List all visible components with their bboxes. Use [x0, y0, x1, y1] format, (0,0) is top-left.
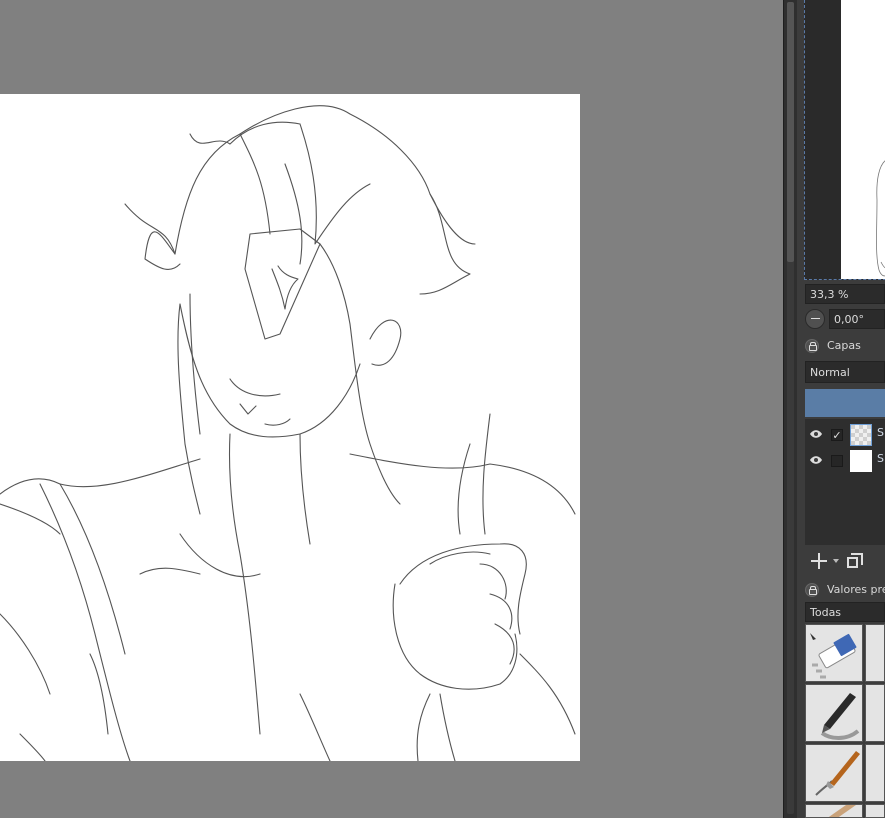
- layer-toolbar: [805, 548, 885, 574]
- presets-title-text: Valores pre: [827, 583, 885, 596]
- rotation-angle-field[interactable]: 0,00°: [829, 309, 885, 329]
- layer-thumbnail: [850, 424, 872, 446]
- brush-preset-partial[interactable]: [865, 744, 885, 802]
- eye-icon[interactable]: [809, 429, 823, 439]
- right-dock-panel: 33,3 % 0,00° Capas Normal ✓ S S Valores …: [797, 0, 885, 818]
- eye-icon[interactable]: [809, 455, 823, 465]
- overview-navigator[interactable]: [804, 0, 885, 280]
- lock-icon[interactable]: [805, 583, 819, 597]
- sketch-drawing: [0, 105, 576, 761]
- pencil-brush-icon[interactable]: [805, 804, 863, 818]
- canvas-vertical-scrollbar[interactable]: [783, 0, 798, 818]
- brush-preset-grid: [805, 624, 885, 818]
- layer-list: ✓ S S: [805, 419, 885, 545]
- add-layer-icon[interactable]: [809, 551, 829, 571]
- layer-row-background[interactable]: S: [805, 448, 885, 474]
- blend-mode-select[interactable]: Normal: [805, 361, 885, 383]
- layer-name[interactable]: S: [877, 452, 884, 465]
- overview-sketch: [876, 160, 885, 277]
- drawing-canvas[interactable]: [0, 94, 580, 761]
- layer-name[interactable]: S: [877, 426, 884, 439]
- brush-presets-panel-title: Valores pre: [805, 582, 885, 600]
- duplicate-layer-icon[interactable]: [845, 551, 865, 571]
- brush-preset-partial[interactable]: [865, 804, 885, 818]
- layers-panel-title: Capas: [805, 338, 885, 356]
- layers-title-text: Capas: [827, 339, 861, 352]
- layer-row-sketch[interactable]: ✓ S: [805, 422, 885, 448]
- preset-tag-filter-select[interactable]: Todas: [805, 602, 885, 622]
- brush-preset-partial[interactable]: [865, 684, 885, 742]
- layer-checkbox[interactable]: [831, 455, 843, 467]
- layer-checkbox[interactable]: ✓: [831, 429, 843, 441]
- ink-pen-brush-icon[interactable]: [805, 684, 863, 742]
- layer-thumbnail: [850, 450, 872, 472]
- rotation-control: 0,00°: [805, 308, 885, 330]
- overview-thumbnail: [841, 0, 885, 279]
- scrollbar-thumb[interactable]: [787, 2, 794, 262]
- zoom-level-field[interactable]: 33,3 %: [805, 284, 885, 304]
- layer-opacity-slider[interactable]: [805, 389, 885, 417]
- canvas-area[interactable]: [0, 0, 783, 818]
- chevron-down-icon[interactable]: [833, 559, 839, 563]
- brush-preset-partial[interactable]: [865, 624, 885, 682]
- lock-icon[interactable]: [805, 339, 819, 353]
- eraser-brush-icon[interactable]: [805, 624, 863, 682]
- paint-brush-icon[interactable]: [805, 744, 863, 802]
- rotation-dial-icon[interactable]: [805, 309, 825, 329]
